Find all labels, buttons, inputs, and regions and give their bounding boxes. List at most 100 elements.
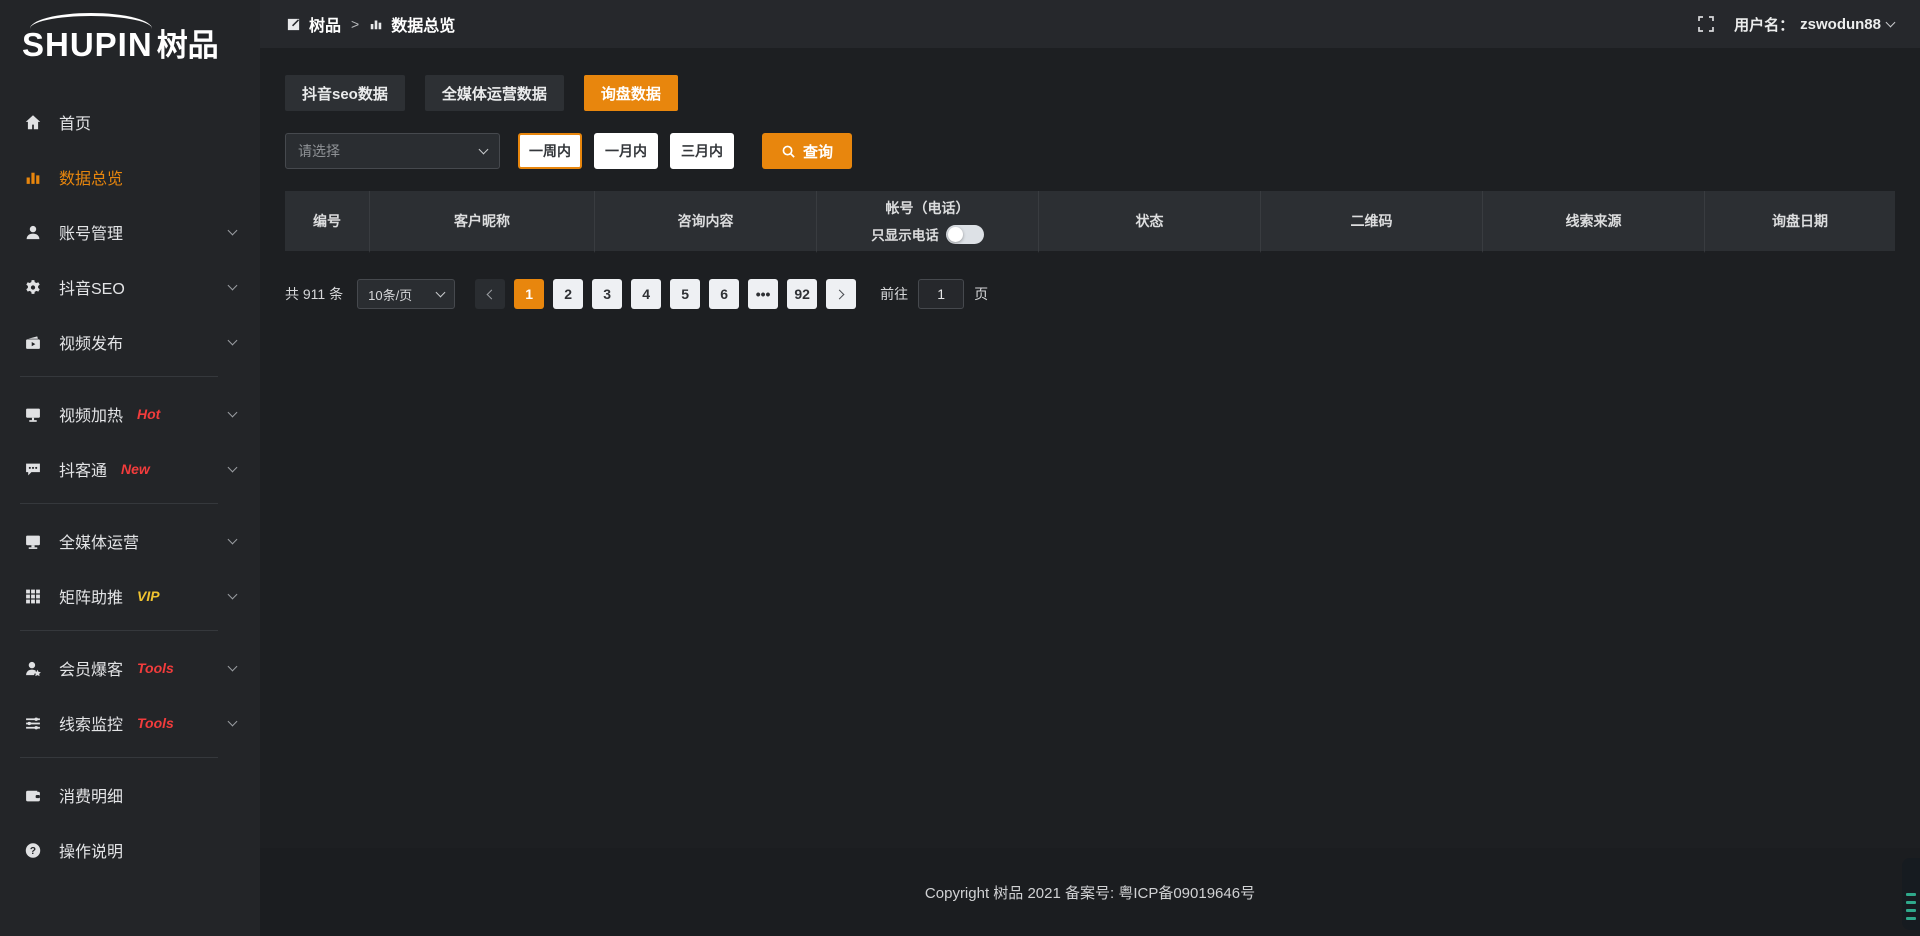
sidebar-item-douyin-seo[interactable]: 抖音SEO <box>0 266 260 308</box>
chevron-down-icon <box>228 535 238 545</box>
page-button-6[interactable]: 6 <box>709 279 739 309</box>
sidebar-item-douketong[interactable]: 抖客通 New <box>0 448 260 490</box>
user-menu[interactable]: 用户名： zswodun88 <box>1734 14 1894 35</box>
widget-bar-decoration <box>1906 893 1916 896</box>
sidebar-item-label: 操作说明 <box>59 838 123 862</box>
username-label: 用户名： <box>1734 14 1794 35</box>
sidebar-item-label: 首页 <box>59 110 91 134</box>
chevron-down-icon <box>436 287 446 297</box>
sidebar-divider <box>20 757 218 758</box>
goto-suffix: 页 <box>974 284 988 304</box>
tab-douyin-seo-data[interactable]: 抖音seo数据 <box>285 75 405 111</box>
page-button-3[interactable]: 3 <box>592 279 622 309</box>
page-button-1[interactable]: 1 <box>514 279 544 309</box>
floating-chat-widget[interactable] <box>1902 858 1920 930</box>
goto-page-input[interactable]: 1 <box>918 279 964 309</box>
range-button-1[interactable]: 一月内 <box>594 133 658 169</box>
sidebar-item-label: 视频发布 <box>59 330 123 354</box>
page-buttons: 123456 ••• 92 <box>514 279 817 309</box>
sidebar-item-label: 消费明细 <box>59 783 123 807</box>
page-size-select[interactable]: 10条/页 <box>357 279 455 309</box>
copyright-text: Copyright 树品 2021 备案号: 粤ICP备09019646号 <box>925 882 1255 903</box>
chevron-down-icon <box>228 463 238 473</box>
breadcrumb-current: 数据总览 <box>391 12 455 36</box>
breadcrumb-root[interactable]: 树品 <box>309 12 341 36</box>
sidebar-item-member-baoke[interactable]: 会员爆客Tools <box>0 647 260 689</box>
tab-inquiry-data[interactable]: 询盘数据 <box>584 75 678 111</box>
chevron-down-icon <box>228 226 238 236</box>
filter-select[interactable]: 请选择 <box>285 133 500 169</box>
phone-only-toggle[interactable] <box>946 225 984 244</box>
account-header-label: 帐号（电话） <box>817 198 1038 218</box>
wallet-icon <box>24 786 44 804</box>
sidebar-item-label: 线索监控 <box>59 711 123 735</box>
sidebar-badge-tools: Tools <box>137 660 174 676</box>
chevron-down-icon <box>479 144 489 154</box>
sidebar-divider <box>20 376 218 377</box>
phone-toggle-label: 只显示电话 <box>871 224 939 244</box>
table-header-row: 编号 客户昵称 咨询内容 帐号（电话） 只显示电话 状态 <box>285 191 1895 253</box>
date-range-group: 一周内一月内三月内 <box>518 133 734 169</box>
page-size-value: 10条/页 <box>368 285 412 304</box>
sliders-icon <box>24 714 44 732</box>
col-header-status: 状态 <box>1039 191 1261 253</box>
sidebar-divider <box>20 630 218 631</box>
toggle-knob <box>948 227 963 242</box>
logo: SHUPIN树品 <box>0 6 260 85</box>
prev-page-button[interactable] <box>475 279 505 309</box>
goto-page: 前往 1 页 <box>880 279 988 309</box>
sidebar-item-matrix-boost[interactable]: 矩阵助推VIP <box>0 575 260 617</box>
tab-omni-media-data[interactable]: 全媒体运营数据 <box>425 75 564 111</box>
sidebar-item-data-overview[interactable]: 数据总览 <box>0 156 260 198</box>
sidebar-item-consumption-detail[interactable]: 消费明细 <box>0 774 260 816</box>
sidebar-badge-hot: Hot <box>137 406 160 422</box>
tv-icon <box>24 405 44 423</box>
sidebar-item-operation-guide[interactable]: ? 操作说明 <box>0 829 260 871</box>
range-button-0[interactable]: 一周内 <box>518 133 582 169</box>
chevron-down-icon <box>228 408 238 418</box>
page-button-4[interactable]: 4 <box>631 279 661 309</box>
logo-text-cn: 树品 <box>157 28 219 63</box>
sidebar-badge-tools: Tools <box>137 715 174 731</box>
more-pages-button[interactable]: ••• <box>748 279 778 309</box>
app-square-icon <box>286 17 301 32</box>
sidebar-item-label: 视频加热 <box>59 402 123 426</box>
logo-arc-decoration <box>30 13 152 29</box>
col-header-account: 帐号（电话） 只显示电话 <box>817 191 1039 253</box>
page-button-5[interactable]: 5 <box>670 279 700 309</box>
sidebar-item-video-publish[interactable]: 视频发布 <box>0 321 260 363</box>
sidebar-item-home[interactable]: 首页 <box>0 101 260 143</box>
username: zswodun88 <box>1800 16 1881 33</box>
chevron-left-icon <box>487 289 497 299</box>
query-button[interactable]: 查询 <box>762 133 852 169</box>
sidebar-badge-vip: VIP <box>137 588 160 604</box>
goto-label: 前往 <box>880 284 908 304</box>
chevron-down-icon <box>228 662 238 672</box>
home-icon <box>24 113 44 131</box>
range-button-2[interactable]: 三月内 <box>670 133 734 169</box>
col-header-nickname: 客户昵称 <box>370 191 595 253</box>
sidebar-item-account-management[interactable]: 账号管理 <box>0 211 260 253</box>
sidebar-item-label: 全媒体运营 <box>59 529 139 553</box>
main-area: 树品 > 数据总览 用户名：zswodun88 抖音seo数据全媒体运营数据询盘… <box>260 0 1920 936</box>
sidebar-item-video-heating[interactable]: 视频加热 Hot <box>0 393 260 435</box>
sidebar-item-omni-media[interactable]: 全媒体运营 <box>0 520 260 562</box>
question-icon: ? <box>24 841 44 859</box>
chevron-down-icon <box>228 590 238 600</box>
chevron-down-icon <box>228 281 238 291</box>
content: 抖音seo数据全媒体运营数据询盘数据 请选择 一周内一月内三月内 查询 <box>260 48 1920 848</box>
col-header-inquiry: 咨询内容 <box>595 191 817 253</box>
sidebar-badge-new: New <box>121 461 150 477</box>
svg-text:?: ? <box>30 846 36 857</box>
sidebar-item-clue-monitor[interactable]: 线索监控 Tools <box>0 702 260 744</box>
filter-row: 请选择 一周内一月内三月内 查询 <box>285 133 1895 169</box>
fullscreen-icon[interactable] <box>1698 16 1714 32</box>
sidebar-item-label: 数据总览 <box>59 165 123 189</box>
page-button-2[interactable]: 2 <box>553 279 583 309</box>
sidebar-item-label: 抖客通 <box>59 457 107 481</box>
next-page-button[interactable] <box>826 279 856 309</box>
grid-icon <box>24 587 44 605</box>
page-button-92[interactable]: 92 <box>787 279 817 309</box>
video-icon <box>24 333 44 351</box>
col-header-source: 线索来源 <box>1483 191 1705 253</box>
